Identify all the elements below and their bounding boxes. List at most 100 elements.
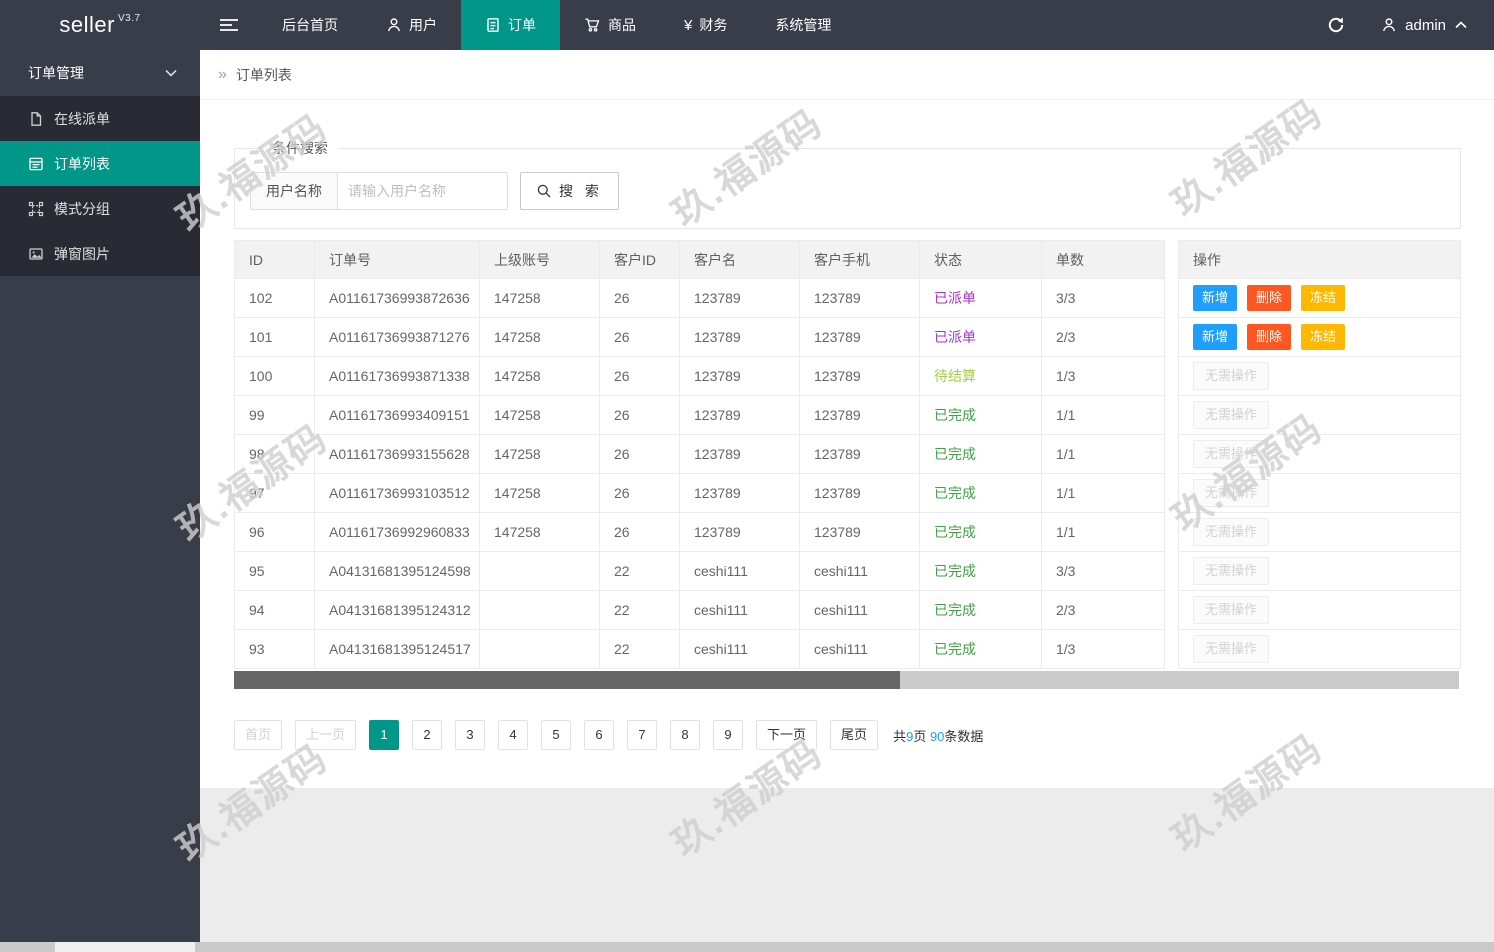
actions-table: 操作 新增 删除 冻结 新增 删除 冻结 无需操作 无需操作 无需操作 无需操作 无需操作 无需操作无… [1178, 240, 1461, 669]
table-row: 97 A01161736993103512 147258 26 123789 123789… [234, 473, 1165, 513]
table-row: 94 A04131681395124312 22 ceshi111 ceshi111 已完… [234, 590, 1165, 630]
freeze-button[interactable]: 冻结 [1301, 285, 1346, 311]
admin-username: admin [1405, 16, 1446, 34]
add-button[interactable]: 新增 [1193, 324, 1238, 350]
table-row: 新增 删除 冻结 [1178, 278, 1461, 318]
table-row: 无需操作 [1178, 551, 1461, 591]
cell-count: 1/1 [1041, 434, 1165, 474]
app-name: seller [59, 12, 115, 37]
nav-item-goods[interactable]: 商品 [560, 0, 660, 50]
fixed-column-gap [1165, 240, 1178, 669]
status-label: 待结算 [934, 368, 976, 384]
user-icon [386, 17, 402, 33]
top-navbar: seller V3.7 后台首页 用户 订单 商品 ¥ 财务 系统管理 admi… [0, 0, 1494, 50]
total-pages: 9 [906, 728, 914, 744]
cell-status: 已完成 [919, 473, 1042, 513]
username-input[interactable] [338, 172, 508, 210]
main-area: » 订单列表 条件搜索 用户名称 搜 索 [200, 50, 1494, 952]
page-number-button[interactable]: 5 [541, 720, 572, 750]
page-number-button[interactable]: 9 [713, 720, 744, 750]
cell-customer-id: 26 [599, 512, 680, 552]
page-next-button[interactable]: 下一页 [756, 720, 818, 750]
table-body-left: 102 A01161736993872636 147258 26 123789 12378… [234, 278, 1165, 669]
cell-parent-account: 147258 [479, 395, 600, 435]
nav-item-home[interactable]: 后台首页 [258, 0, 362, 50]
delete-button[interactable]: 删除 [1247, 324, 1292, 350]
search-button[interactable]: 搜 索 [520, 172, 619, 210]
cell-status: 已完成 [919, 434, 1042, 474]
cell-actions: 无需操作 [1178, 473, 1461, 513]
nav-item-home-label: 后台首页 [282, 17, 338, 33]
cell-status: 已完成 [919, 395, 1042, 435]
cart-icon [584, 17, 601, 33]
header-actions: 操作 [1178, 240, 1461, 279]
yen-icon: ¥ [684, 16, 693, 34]
cell-id: 96 [234, 512, 315, 552]
page-number-button[interactable]: 2 [412, 720, 443, 750]
table-row: 100 A01161736993871338 147258 26 123789 12378… [234, 356, 1165, 396]
orders-table: ID 订单号 上级账号 客户ID 客户名 客户手机 状态 单数 102 A0116… [234, 240, 1165, 669]
document-icon [485, 17, 501, 33]
page-number-button[interactable]: 3 [455, 720, 486, 750]
table-body-right: 新增 删除 冻结 新增 删除 冻结 无需操作 无需操作 无需操作 无需操作 无需操作 无需操作 无需操作… [1178, 278, 1461, 669]
cell-status: 已完成 [919, 590, 1042, 630]
cell-customer-name: 123789 [679, 317, 800, 357]
page-number-button[interactable]: 4 [498, 720, 529, 750]
sidebar-item-online-dispatch[interactable]: 在线派单 [0, 96, 200, 141]
search-fieldset: 条件搜索 用户名称 搜 索 [234, 138, 1461, 229]
nav-item-finance[interactable]: ¥ 财务 [660, 0, 751, 50]
no-action-button: 无需操作 [1193, 440, 1270, 468]
search-legend: 条件搜索 [272, 140, 328, 156]
page-last-button[interactable]: 尾页 [830, 720, 879, 750]
cell-customer-id: 26 [599, 434, 680, 474]
page-scrollbar-thumb[interactable] [55, 942, 195, 952]
cell-customer-name: ceshi111 [679, 629, 800, 669]
cell-order-no: A01161736993872636 [314, 278, 480, 318]
page-horizontal-scrollbar [0, 942, 1494, 952]
admin-menu[interactable]: admin [1367, 0, 1494, 50]
refresh-button[interactable] [1305, 0, 1367, 50]
sidebar-group-order-management[interactable]: 订单管理 [0, 50, 200, 96]
cell-id: 93 [234, 629, 315, 669]
cell-customer-phone: 123789 [799, 512, 920, 552]
no-action-button: 无需操作 [1193, 557, 1270, 585]
cell-id: 100 [234, 356, 315, 396]
cell-customer-id: 22 [599, 551, 680, 591]
cell-parent-account [479, 590, 600, 630]
cell-status: 已完成 [919, 629, 1042, 669]
table-header-row: ID 订单号 上级账号 客户ID 客户名 客户手机 状态 单数 [234, 240, 1165, 279]
app-version: V3.7 [118, 12, 141, 24]
page-first-button: 首页 [234, 720, 283, 750]
cell-customer-name: 123789 [679, 434, 800, 474]
cell-parent-account: 147258 [479, 278, 600, 318]
cell-customer-name: ceshi111 [679, 551, 800, 591]
cell-count: 1/1 [1041, 512, 1165, 552]
pagination-summary: 共9页 90条数据 [893, 728, 984, 744]
cell-parent-account [479, 551, 600, 591]
table-header-row: 操作 [1178, 240, 1461, 279]
page-prev-button: 上一页 [295, 720, 357, 750]
cell-customer-name: 123789 [679, 395, 800, 435]
nav-item-users[interactable]: 用户 [362, 0, 461, 50]
freeze-button[interactable]: 冻结 [1301, 324, 1346, 350]
nav-item-orders[interactable]: 订单 [461, 0, 560, 50]
cell-order-no: A01161736992960833 [314, 512, 480, 552]
nav-item-system[interactable]: 系统管理 [751, 0, 855, 50]
menu-toggle-icon[interactable] [200, 0, 258, 50]
cell-actions: 无需操作 [1178, 512, 1461, 552]
cell-customer-id: 26 [599, 473, 680, 513]
sidebar-item-popup-image[interactable]: 弹窗图片 [0, 231, 200, 276]
delete-button[interactable]: 删除 [1247, 285, 1292, 311]
sidebar-item-mode-group[interactable]: 模式分组 [0, 186, 200, 231]
page-number-button[interactable]: 8 [670, 720, 701, 750]
table-scrollbar-thumb[interactable] [234, 671, 900, 689]
header-customer-phone: 客户手机 [799, 240, 920, 279]
sidebar-item-order-list[interactable]: 订单列表 [0, 141, 200, 186]
table-row: 99 A01161736993409151 147258 26 123789 123789… [234, 395, 1165, 435]
username-field-label: 用户名称 [250, 172, 338, 210]
add-button[interactable]: 新增 [1193, 285, 1238, 311]
status-label: 已派单 [934, 329, 976, 345]
page-number-button[interactable]: 7 [627, 720, 658, 750]
cell-count: 1/1 [1041, 395, 1165, 435]
page-number-button[interactable]: 6 [584, 720, 615, 750]
